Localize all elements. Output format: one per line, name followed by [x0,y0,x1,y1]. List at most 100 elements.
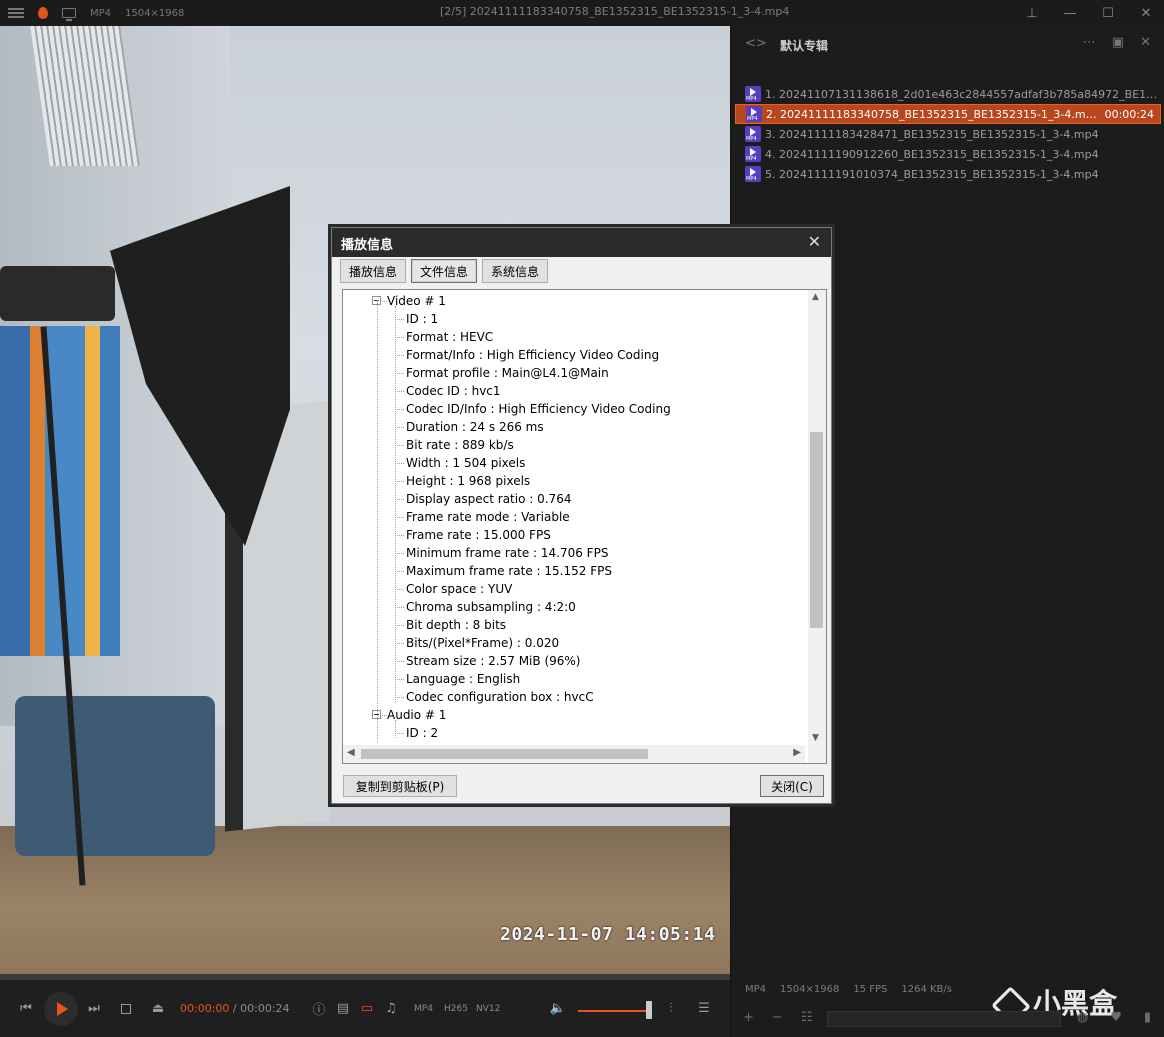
screen-button[interactable]: ▭ [358,980,376,1037]
scroll-up-icon[interactable]: ▲ [812,292,819,302]
more-icon[interactable]: ⋯ [1083,35,1096,50]
tree-connector [395,589,404,590]
tree-field[interactable]: Height : 1 968 pixels [406,472,530,490]
scroll-left-icon[interactable]: ◀ [347,747,355,758]
tree-field[interactable]: Color space : YUV [406,580,512,598]
minimize-button[interactable]: — [1062,6,1078,21]
scroll-down-icon[interactable]: ▼ [812,733,819,743]
next-button[interactable]: ⏭ [84,980,104,1037]
tree-field[interactable]: Stream size : 2.57 MiB (96%) [406,652,580,670]
dialog-close-button[interactable]: 关闭(C) [760,775,824,797]
pin-icon[interactable]: ⊥ [1024,6,1040,21]
format-tag: MP4 [414,1004,433,1014]
video-frame-button[interactable]: ▤ [334,980,352,1037]
monitor-icon[interactable] [62,8,76,21]
tree-field[interactable]: Frame rate : 15.000 FPS [406,526,551,544]
add-icon[interactable]: + [743,1010,754,1025]
globe-icon[interactable]: ◍ [1077,1010,1088,1025]
tree-field[interactable]: Chroma subsampling : 4:2:0 [406,598,576,616]
tree-field[interactable]: Duration : 24 s 266 ms [406,418,544,436]
list-icon: ☰ [698,1001,710,1016]
media-resolution: 1504×1968 [780,984,840,995]
tree-connector [395,409,404,410]
playlist-item[interactable]: 5. 20241111191010374_BE1352315_BE1352315… [735,164,1161,184]
title-bar-left: MP4 1504×1968 [8,0,184,26]
volume-knob[interactable] [646,1001,652,1019]
audio-button[interactable]: ♫ [382,980,400,1037]
title-resolution: 1504×1968 [125,7,185,19]
tree-field[interactable]: Format profile : Main@L4.1@Main [406,364,609,382]
collapse-arrows-icon[interactable]: <> [745,36,767,51]
tree-connector [395,306,396,702]
tab-system-info[interactable]: 系统信息 [482,259,549,283]
menu-icon[interactable] [8,8,24,18]
horizontal-scroll-thumb[interactable] [361,749,648,759]
playlist: 1. 20241107131138618_2d01e463c2844557adf… [735,84,1161,184]
tab-playback-info[interactable]: 播放信息 [340,259,407,283]
tree-field[interactable]: Bit depth : 8 bits [406,616,506,634]
tree-field[interactable]: Codec ID/Info : High Efficiency Video Co… [406,400,671,418]
mp4-file-icon [745,126,761,142]
mp4-file-icon [745,86,761,102]
next-icon: ⏭ [88,1001,100,1016]
play-button[interactable] [43,980,79,1037]
tree-field[interactable]: Format/Info : High Efficiency Video Codi… [406,346,659,364]
tree-content[interactable]: Video # 1 ID : 1 Format : HEVC Format/Info … [343,290,805,745]
save-icon[interactable]: ▣ [1112,35,1124,50]
vertical-scroll-thumb[interactable] [810,432,823,628]
copy-to-clipboard-button[interactable]: 复制到剪贴板(P) [343,775,457,797]
tree-field[interactable]: ID : 2 [406,724,438,742]
playlist-search-input[interactable] [827,1011,1061,1027]
tree-field[interactable]: Frame rate mode : Variable [406,508,570,526]
mute-button[interactable]: 🔈 [548,980,568,1037]
vertical-scrollbar[interactable]: ▲ ▼ [808,290,826,745]
volume-fill [578,1010,650,1012]
playlist-item-label: 5. 20241111191010374_BE1352315_BE1352315… [765,167,1099,181]
tree-connector [395,445,404,446]
previous-button[interactable]: ⏮ [16,980,36,1037]
tree-connector [395,625,404,626]
tree-field[interactable]: Display aspect ratio : 0.764 [406,490,571,508]
playlist-header-icons: ⋯ ▣ ✕ [1083,35,1151,50]
media-fps: 15 FPS [853,984,888,995]
tab-file-info[interactable]: 文件信息 [411,259,478,283]
bookmark-icon[interactable]: ▮ [1144,1010,1151,1025]
tree-connector [395,720,396,738]
horizontal-scrollbar[interactable]: ◀ ▶ [343,745,805,763]
dialog-title-bar: 播放信息 ✕ [332,228,831,257]
tree-field[interactable]: Language : English [406,670,520,688]
control-bar: ⏮ ⏭ ⏏ 00:00:00 / 00:00:24 ⓘ ▤ ▭ ♫ MP4 H2… [0,980,730,1037]
playlist-toggle-button[interactable]: ☰ [695,980,713,1037]
tree-field[interactable]: Format : HEVC [406,328,493,346]
window-controls: ⊥ — ☐ ✕ [1024,0,1154,26]
tree-field[interactable]: Maximum frame rate : 15.152 FPS [406,562,612,580]
close-panel-icon[interactable]: ✕ [1140,35,1151,50]
playlist-item[interactable]: 1. 20241107131138618_2d01e463c2844557adf… [735,84,1161,104]
total-time: 00:00:24 [240,1002,290,1015]
maximize-button[interactable]: ☐ [1100,6,1116,21]
equalizer-button[interactable]: ⫶ [662,980,680,1037]
tree-field[interactable]: Codec ID : hvc1 [406,382,501,400]
tree-field[interactable]: ID : 1 [406,310,438,328]
playlist-item[interactable]: 4. 20241111190912260_BE1352315_BE1352315… [735,144,1161,164]
tree-field[interactable]: Width : 1 504 pixels [406,454,525,472]
tree-field[interactable]: Codec configuration box : hvcC [406,688,594,706]
app-logo-icon[interactable] [38,7,48,19]
tree-field[interactable]: Minimum frame rate : 14.706 FPS [406,544,608,562]
close-button[interactable]: ✕ [1138,6,1154,21]
volume-slider[interactable] [578,1010,650,1012]
checklist-icon[interactable]: ☷ [801,1010,813,1025]
info-button[interactable]: ⓘ [310,980,328,1037]
remove-icon[interactable]: − [772,1010,783,1025]
dialog-close-icon[interactable]: ✕ [808,232,821,251]
heart-icon[interactable]: ♥ [1110,1010,1122,1025]
tree-field[interactable]: Bits/(Pixel*Frame) : 0.020 [406,634,559,652]
tree-connector [395,463,404,464]
stop-button[interactable] [116,980,136,1037]
tree-field[interactable]: Bit rate : 889 kb/s [406,436,514,454]
playlist-item[interactable]: 2. 20241111183340758_BE1352315_BE1352315… [735,104,1161,124]
playlist-item[interactable]: 3. 20241111183428471_BE1352315_BE1352315… [735,124,1161,144]
open-file-button[interactable]: ⏏ [148,980,168,1037]
scroll-right-icon[interactable]: ▶ [793,747,801,758]
current-time: 00:00:00 [180,1002,230,1015]
